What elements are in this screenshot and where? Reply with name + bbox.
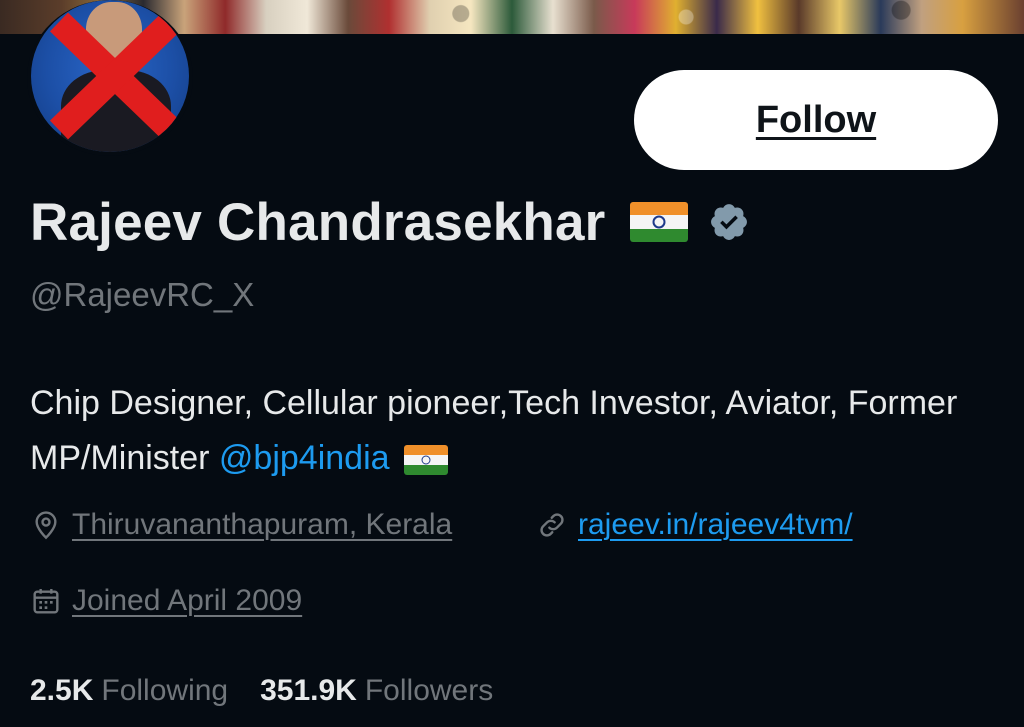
following-link[interactable]: 2.5K Following — [30, 674, 228, 708]
profile-handle: @RajeevRC_X — [30, 276, 255, 313]
following-label: Following — [101, 674, 229, 707]
profile-location[interactable]: Thiruvananthapuram, Kerala — [30, 508, 452, 542]
profile-bio: Chip Designer, Cellular pioneer,Tech Inv… — [30, 376, 1010, 486]
india-flag-icon — [403, 445, 448, 476]
verified-badge-icon[interactable] — [708, 201, 750, 243]
followers-count: 351.9K — [260, 674, 357, 707]
follow-button[interactable]: Follow — [634, 70, 998, 170]
followers-label: Followers — [364, 674, 494, 707]
bio-mention-link[interactable]: @bjp4india — [219, 439, 390, 477]
profile-website[interactable]: rajeev.in/rajeev4tvm/ — [536, 508, 853, 542]
profile-name-row: Rajeev Chandrasekhar — [30, 190, 750, 254]
link-icon — [540, 513, 564, 537]
following-count: 2.5K — [30, 674, 94, 707]
joined-label: Joined April 2009 — [72, 584, 303, 617]
profile-name: Rajeev Chandrasekhar — [30, 192, 606, 252]
profile-stats: 2.5K Following 351.9K Followers — [30, 674, 493, 708]
website-link[interactable]: rajeev.in/rajeev4tvm/ — [578, 508, 853, 542]
profile-joined-date: Joined April 2009 — [30, 584, 302, 618]
profile-avatar[interactable] — [27, 0, 193, 156]
location-pin-icon — [35, 511, 57, 540]
follow-button-label: Follow — [755, 98, 877, 141]
bio-text: Chip Designer, Cellular pioneer,Tech Inv… — [30, 384, 958, 477]
india-flag-icon — [629, 202, 688, 242]
followers-link[interactable]: 351.9K Followers — [260, 674, 493, 708]
location-label: Thiruvananthapuram, Kerala — [72, 508, 453, 541]
avatar-image — [31, 0, 189, 152]
red-cross-icon — [49, 12, 181, 140]
calendar-icon — [33, 589, 59, 614]
